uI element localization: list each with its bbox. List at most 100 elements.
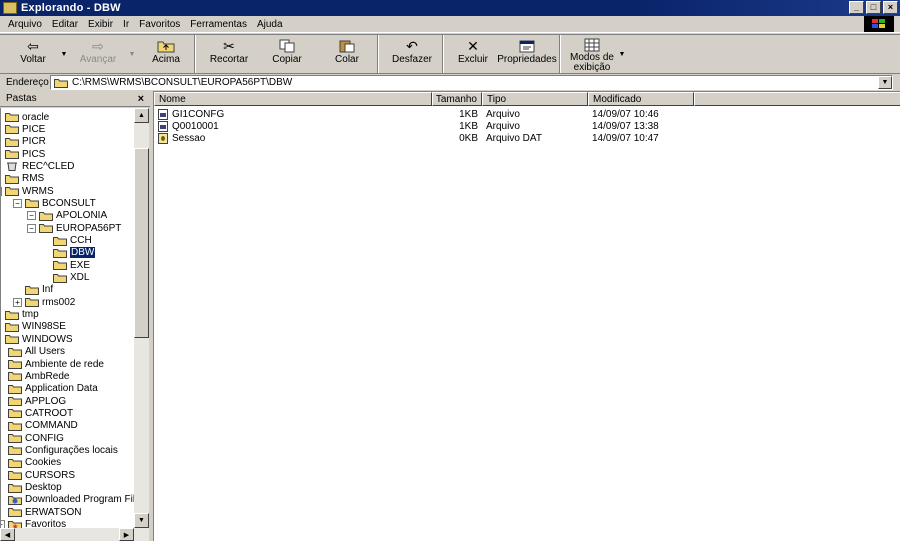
expand-icon[interactable]: +: [13, 297, 22, 307]
menu-editar[interactable]: Editar: [47, 19, 83, 30]
tree-item-label: Inf: [42, 284, 54, 296]
tree-item[interactable]: ERWATSON: [8, 506, 81, 518]
tree-item[interactable]: PICE: [5, 123, 45, 135]
collapse-icon[interactable]: −: [13, 198, 22, 208]
tree-item[interactable]: − APOLONIA: [27, 210, 107, 222]
minimize-button[interactable]: _: [849, 1, 864, 14]
forward-dropdown-icon[interactable]: ▼: [126, 35, 138, 73]
undo-group: ↶ Desfazer: [378, 35, 443, 73]
forward-button[interactable]: ⇨ Avançar: [70, 35, 126, 73]
dat-file-icon: [158, 132, 168, 144]
back-dropdown-icon[interactable]: ▼: [58, 35, 70, 73]
scroll-up-icon[interactable]: ▲: [134, 108, 149, 123]
expand-icon[interactable]: +: [1, 520, 5, 528]
table-row[interactable]: Q0010001 1KB Arquivo 14/09/07 13:38: [154, 120, 694, 132]
tree-item[interactable]: All Users: [8, 346, 65, 358]
tree-item[interactable]: AmbRede: [8, 370, 69, 382]
cut-button[interactable]: ✂ Recortar: [201, 35, 257, 73]
tree-item[interactable]: Inf: [25, 284, 53, 296]
tree-item[interactable]: REC^CLED: [5, 160, 74, 172]
tree-item[interactable]: Desktop: [8, 482, 62, 494]
tree-item[interactable]: − EUROPA56PT: [27, 222, 121, 234]
menu-favoritos[interactable]: Favoritos: [134, 19, 185, 30]
folder-icon: [8, 372, 22, 382]
tree-item[interactable]: − WRMS: [1, 185, 54, 197]
column-header-name[interactable]: Nome: [154, 92, 432, 106]
up-button[interactable]: Acima: [138, 35, 194, 73]
tree-item[interactable]: oracle: [5, 111, 49, 123]
tree-item[interactable]: CATROOT: [8, 407, 73, 419]
column-header-type[interactable]: Tipo: [482, 92, 588, 106]
tree-item[interactable]: PICS: [5, 148, 45, 160]
scroll-left-icon[interactable]: ◀: [0, 528, 15, 541]
column-header-size[interactable]: Tamanho: [432, 92, 482, 106]
address-dropdown-icon[interactable]: ▼: [878, 76, 892, 89]
title-bar[interactable]: Explorando - DBW _ □ ×: [0, 0, 900, 16]
menu-exibir[interactable]: Exibir: [83, 19, 118, 30]
table-row[interactable]: GI1CONFG 1KB Arquivo 14/09/07 10:46: [154, 108, 694, 120]
tree-item[interactable]: Application Data: [8, 383, 98, 395]
undo-icon: ↶: [406, 38, 418, 54]
delete-button[interactable]: ✕ Excluir: [451, 35, 495, 73]
file-type: Arquivo: [486, 108, 520, 120]
tree-item[interactable]: PICR: [5, 136, 46, 148]
undo-button[interactable]: ↶ Desfazer: [382, 35, 442, 73]
scroll-thumb[interactable]: [134, 148, 149, 338]
tree-item[interactable]: WIN98SE: [5, 321, 66, 333]
paste-button[interactable]: Colar: [317, 35, 377, 73]
tree-item[interactable]: Ambiente de rede: [8, 358, 104, 370]
menu-ir[interactable]: Ir: [118, 19, 134, 30]
copy-button[interactable]: Copiar: [257, 35, 317, 73]
tree-item[interactable]: APPLOG: [8, 395, 66, 407]
scroll-down-icon[interactable]: ▼: [134, 513, 149, 528]
file-modified: 14/09/07 10:47: [592, 132, 659, 144]
tree-item[interactable]: tmp: [5, 309, 39, 321]
tree-horizontal-scrollbar[interactable]: ◀ ▶: [0, 528, 149, 541]
folder-icon: [5, 125, 19, 135]
tree-item[interactable]: XDL: [53, 272, 89, 284]
file-size: 0KB: [459, 132, 478, 144]
tree-item-label: Ambiente de rede: [25, 358, 104, 370]
tree-item[interactable]: Configurações locais: [8, 444, 118, 456]
tree-item[interactable]: + Favoritos: [1, 519, 66, 528]
tree-item[interactable]: CCH: [53, 235, 92, 247]
properties-button[interactable]: Propriedades: [495, 35, 559, 73]
tree-item[interactable]: EXE: [53, 259, 90, 271]
views-dropdown-icon[interactable]: ▼: [616, 35, 628, 73]
menu-ferramentas[interactable]: Ferramentas: [185, 19, 252, 30]
tree-item[interactable]: CURSORS: [8, 469, 75, 481]
close-pane-icon[interactable]: ×: [138, 93, 144, 105]
views-button[interactable]: Modos de exibição: [568, 35, 616, 73]
tree-item[interactable]: − BCONSULT: [13, 197, 96, 209]
back-button[interactable]: ⇦ Voltar: [8, 35, 58, 73]
tree-vertical-scrollbar[interactable]: ▲ ▼: [134, 108, 149, 528]
collapse-icon[interactable]: −: [27, 223, 36, 233]
favorites-folder-icon: [8, 520, 22, 528]
column-header-modified[interactable]: Modificado: [588, 92, 694, 106]
table-row[interactable]: Sessao 0KB Arquivo DAT 14/09/07 10:47: [154, 132, 694, 144]
explorer-app-icon[interactable]: [3, 2, 17, 14]
address-input[interactable]: C:\RMS\WRMS\BCONSULT\EUROPA56PT\DBW ▼: [50, 75, 893, 90]
tree-item[interactable]: Downloaded Program Files: [8, 494, 134, 506]
maximize-button[interactable]: □: [866, 1, 881, 14]
tree-item-label: Configurações locais: [25, 444, 118, 456]
folder-icon: [8, 446, 22, 456]
folder-icon: [5, 322, 19, 332]
collapse-icon[interactable]: −: [1, 186, 2, 196]
tree-item[interactable]: RMS: [5, 173, 44, 185]
tree-item-label: PICS: [22, 148, 46, 160]
close-button[interactable]: ×: [883, 1, 898, 14]
tree-item[interactable]: WINDOWS: [5, 333, 73, 345]
tree-item[interactable]: Cookies: [8, 457, 61, 469]
tree-item-label: CCH: [70, 235, 92, 246]
folder-icon: [5, 113, 19, 122]
scroll-right-icon[interactable]: ▶: [119, 528, 134, 541]
tree-item[interactable]: COMMAND: [8, 420, 78, 432]
menu-arquivo[interactable]: Arquivo: [0, 19, 47, 30]
file-name: Sessao: [172, 132, 206, 144]
menu-ajuda[interactable]: Ajuda: [252, 19, 288, 30]
tree-item[interactable]: + rms002: [13, 296, 75, 308]
tree-item[interactable]: DBW: [53, 246, 97, 260]
collapse-icon[interactable]: −: [27, 211, 36, 221]
tree-item[interactable]: CONFIG: [8, 432, 64, 444]
